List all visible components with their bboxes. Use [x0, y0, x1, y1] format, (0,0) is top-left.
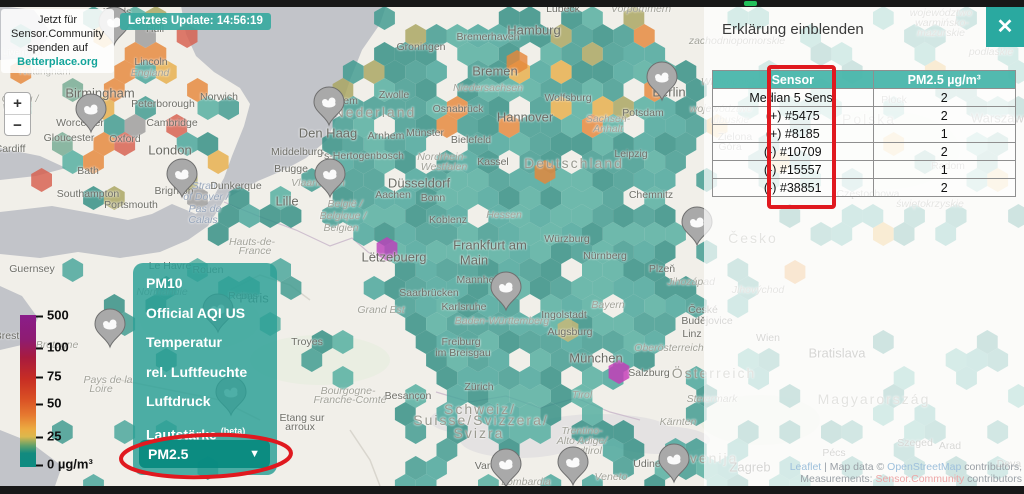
attribution-text: contributors	[964, 473, 1022, 485]
layer-menu: PM10Official AQI USTemperaturrel. Luftfe…	[133, 263, 277, 475]
sensor-marker[interactable]	[647, 62, 677, 100]
close-icon: ✕	[997, 16, 1014, 38]
sensor-marker[interactable]	[558, 447, 588, 485]
map-attribution: Leaflet | Map data © OpenStreetMap contr…	[790, 461, 1022, 485]
sensor-marker[interactable]	[491, 449, 521, 487]
table-cell: (-) #15557	[713, 161, 874, 179]
table-header: PM2.5 µg/m³	[873, 71, 1015, 89]
menu-item-luftdruck[interactable]: Luftdruck	[146, 387, 277, 417]
attribution-line2: Measurements: Sensor.Community contribut…	[790, 473, 1022, 485]
sensor-table: SensorPM2.5 µg/m³ Median 5 Sens.2(+) #54…	[712, 70, 1016, 197]
table-cell: (+) #5475	[713, 107, 874, 125]
table-row[interactable]: (+) #54752	[713, 107, 1016, 125]
attribution-line1: Leaflet | Map data © OpenStreetMap contr…	[790, 461, 1022, 473]
top-bar-indicator	[744, 1, 757, 6]
legend-tick: 25	[36, 429, 61, 444]
zoom-in-button[interactable]: +	[5, 93, 30, 114]
legend-tick: 50	[36, 396, 61, 411]
table-cell: 2	[873, 143, 1015, 161]
table-cell: 2	[873, 107, 1015, 125]
close-panel-button[interactable]: ✕	[986, 7, 1024, 47]
table-row[interactable]: Median 5 Sens.2	[713, 89, 1016, 107]
explanation-toggle[interactable]: Erklärung einblenden	[722, 21, 864, 38]
zoom-out-button[interactable]: −	[5, 114, 30, 135]
sensor-marker[interactable]	[167, 159, 197, 197]
sensor-marker[interactable]	[659, 444, 689, 482]
zoom-control: + −	[4, 92, 31, 136]
legend-tick: 0 µg/m³	[36, 457, 93, 472]
sensor-marker[interactable]	[76, 94, 106, 132]
bottom-chrome-bar	[0, 486, 1024, 494]
attribution-text: | Map data ©	[821, 461, 887, 473]
menu-item-pm10[interactable]: PM10	[146, 269, 277, 299]
menu-item-rel-luftfeuchte[interactable]: rel. Luftfeuchte	[146, 358, 277, 388]
chevron-down-icon: ▼	[249, 440, 260, 468]
table-cell: 1	[873, 125, 1015, 143]
sensor-marker[interactable]	[95, 309, 125, 347]
sensor-marker[interactable]	[315, 159, 345, 197]
layer-select-pm25[interactable]: PM2.5 ▼	[139, 440, 270, 468]
table-cell: 2	[873, 89, 1015, 107]
menu-item-temperatur[interactable]: Temperatur	[146, 328, 277, 358]
attribution-link[interactable]: Sensor.Community	[876, 473, 965, 485]
legend-gradient-bar	[20, 315, 36, 467]
table-row[interactable]: (+) #81851	[713, 125, 1016, 143]
table-cell: (-) #38851	[713, 179, 874, 197]
attribution-text: Measurements:	[800, 473, 875, 485]
legend-tick: 75	[36, 369, 61, 384]
betterplace-link[interactable]: Betterplace.org	[3, 55, 112, 69]
top-chrome-bar	[0, 0, 1024, 7]
attribution-link[interactable]: OpenStreetMap	[887, 461, 961, 473]
donation-note: Jetzt für Sensor.Community spenden auf B…	[1, 9, 114, 73]
beta-sup: (beta)	[221, 426, 246, 436]
donation-line: spenden auf	[3, 41, 112, 55]
table-row[interactable]: (-) #107092	[713, 143, 1016, 161]
table-cell: (-) #10709	[713, 143, 874, 161]
table-row[interactable]: (-) #388512	[713, 179, 1016, 197]
table-cell: Median 5 Sens.	[713, 89, 874, 107]
menu-item-official-aqi-us[interactable]: Official AQI US	[146, 299, 277, 329]
map-app: LeedsHullLincolnEnglandBirminghamNorwich…	[0, 0, 1024, 494]
explanation-panel: Erklärung einblenden ✕ SensorPM2.5 µg/m³…	[704, 7, 1024, 486]
table-cell: (+) #8185	[713, 125, 874, 143]
attribution-link[interactable]: Leaflet	[790, 461, 822, 473]
table-cell: 1	[873, 161, 1015, 179]
table-cell: 2	[873, 179, 1015, 197]
legend-tick: 500	[36, 308, 69, 323]
table-row[interactable]: (-) #155571	[713, 161, 1016, 179]
legend-tick: 100	[36, 340, 69, 355]
attribution-text: contributors,	[961, 461, 1022, 473]
sensor-marker[interactable]	[314, 87, 344, 125]
sensor-marker[interactable]	[491, 272, 521, 310]
last-update-badge: Letztes Update: 14:56:19	[120, 13, 271, 30]
table-header: Sensor	[713, 71, 874, 89]
donation-line: Sensor.Community	[3, 27, 112, 41]
donation-line: Jetzt für	[3, 13, 112, 27]
